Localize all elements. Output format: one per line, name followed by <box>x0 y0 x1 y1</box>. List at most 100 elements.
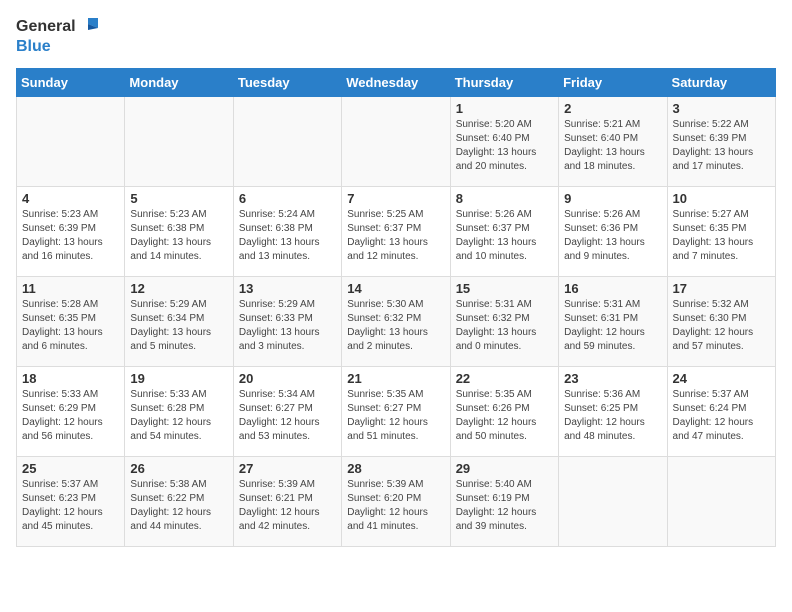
calendar-cell: 6 Sunrise: 5:24 AM Sunset: 6:38 PM Daylig… <box>233 186 341 276</box>
day-info: Sunrise: 5:38 AM Sunset: 6:22 PM Dayligh… <box>130 478 227 534</box>
day-info: Sunrise: 5:33 AM Sunset: 6:29 PM Dayligh… <box>22 388 119 444</box>
day-info: Sunrise: 5:25 AM Sunset: 6:37 PM Dayligh… <box>347 208 444 264</box>
day-number: 22 <box>456 371 553 386</box>
day-info: Sunrise: 5:23 AM Sunset: 6:39 PM Dayligh… <box>22 208 119 264</box>
day-number: 16 <box>564 281 661 296</box>
calendar-cell: 21 Sunrise: 5:35 AM Sunset: 6:27 PM Dayli… <box>342 366 450 456</box>
day-number: 26 <box>130 461 227 476</box>
calendar-table: SundayMondayTuesdayWednesdayThursdayFrid… <box>16 68 776 547</box>
logo: General Blue <box>16 16 100 56</box>
header-monday: Monday <box>125 68 233 96</box>
header-thursday: Thursday <box>450 68 558 96</box>
calendar-cell: 9 Sunrise: 5:26 AM Sunset: 6:36 PM Daylig… <box>559 186 667 276</box>
day-info: Sunrise: 5:39 AM Sunset: 6:21 PM Dayligh… <box>239 478 336 534</box>
calendar-week-row: 18 Sunrise: 5:33 AM Sunset: 6:29 PM Dayli… <box>17 366 776 456</box>
calendar-cell: 8 Sunrise: 5:26 AM Sunset: 6:37 PM Daylig… <box>450 186 558 276</box>
calendar-cell: 18 Sunrise: 5:33 AM Sunset: 6:29 PM Dayli… <box>17 366 125 456</box>
calendar-cell: 7 Sunrise: 5:25 AM Sunset: 6:37 PM Daylig… <box>342 186 450 276</box>
day-info: Sunrise: 5:31 AM Sunset: 6:32 PM Dayligh… <box>456 298 553 354</box>
calendar-cell: 16Sunrise: 5:31 AM Sunset: 6:31 PM Dayli… <box>559 276 667 366</box>
header-saturday: Saturday <box>667 68 775 96</box>
day-info: Sunrise: 5:40 AM Sunset: 6:19 PM Dayligh… <box>456 478 553 534</box>
calendar-cell: 2 Sunrise: 5:21 AM Sunset: 6:40 PM Daylig… <box>559 96 667 186</box>
calendar-week-row: 25 Sunrise: 5:37 AM Sunset: 6:23 PM Dayli… <box>17 456 776 546</box>
day-number: 14 <box>347 281 444 296</box>
day-info: Sunrise: 5:39 AM Sunset: 6:20 PM Dayligh… <box>347 478 444 534</box>
day-info: Sunrise: 5:30 AM Sunset: 6:32 PM Dayligh… <box>347 298 444 354</box>
calendar-cell <box>667 456 775 546</box>
day-number: 12 <box>130 281 227 296</box>
logo-text: General Blue <box>16 16 100 56</box>
header-wednesday: Wednesday <box>342 68 450 96</box>
day-info: Sunrise: 5:20 AM Sunset: 6:40 PM Dayligh… <box>456 118 553 174</box>
day-number: 18 <box>22 371 119 386</box>
calendar-cell: 13Sunrise: 5:29 AM Sunset: 6:33 PM Dayli… <box>233 276 341 366</box>
day-number: 8 <box>456 191 553 206</box>
day-info: Sunrise: 5:28 AM Sunset: 6:35 PM Dayligh… <box>22 298 119 354</box>
calendar-cell: 23 Sunrise: 5:36 AM Sunset: 6:25 PM Dayli… <box>559 366 667 456</box>
header-friday: Friday <box>559 68 667 96</box>
calendar-cell: 11 Sunrise: 5:28 AM Sunset: 6:35 PM Dayli… <box>17 276 125 366</box>
day-info: Sunrise: 5:21 AM Sunset: 6:40 PM Dayligh… <box>564 118 661 174</box>
day-number: 20 <box>239 371 336 386</box>
logo-general: General <box>16 18 76 36</box>
calendar-cell <box>342 96 450 186</box>
calendar-cell <box>233 96 341 186</box>
day-number: 7 <box>347 191 444 206</box>
day-info: Sunrise: 5:29 AM Sunset: 6:33 PM Dayligh… <box>239 298 336 354</box>
day-number: 11 <box>22 281 119 296</box>
day-number: 17 <box>673 281 770 296</box>
day-number: 2 <box>564 101 661 116</box>
day-info: Sunrise: 5:26 AM Sunset: 6:37 PM Dayligh… <box>456 208 553 264</box>
day-number: 29 <box>456 461 553 476</box>
calendar-week-row: 11 Sunrise: 5:28 AM Sunset: 6:35 PM Dayli… <box>17 276 776 366</box>
calendar-cell <box>559 456 667 546</box>
day-number: 15 <box>456 281 553 296</box>
day-info: Sunrise: 5:37 AM Sunset: 6:23 PM Dayligh… <box>22 478 119 534</box>
day-info: Sunrise: 5:27 AM Sunset: 6:35 PM Dayligh… <box>673 208 770 264</box>
day-info: Sunrise: 5:32 AM Sunset: 6:30 PM Dayligh… <box>673 298 770 354</box>
day-info: Sunrise: 5:22 AM Sunset: 6:39 PM Dayligh… <box>673 118 770 174</box>
calendar-cell <box>125 96 233 186</box>
header-sunday: Sunday <box>17 68 125 96</box>
day-info: Sunrise: 5:36 AM Sunset: 6:25 PM Dayligh… <box>564 388 661 444</box>
calendar-cell: 26 Sunrise: 5:38 AM Sunset: 6:22 PM Dayli… <box>125 456 233 546</box>
calendar-cell: 24 Sunrise: 5:37 AM Sunset: 6:24 PM Dayli… <box>667 366 775 456</box>
calendar-cell: 15 Sunrise: 5:31 AM Sunset: 6:32 PM Dayli… <box>450 276 558 366</box>
calendar-cell: 10Sunrise: 5:27 AM Sunset: 6:35 PM Dayli… <box>667 186 775 276</box>
day-info: Sunrise: 5:26 AM Sunset: 6:36 PM Dayligh… <box>564 208 661 264</box>
day-info: Sunrise: 5:37 AM Sunset: 6:24 PM Dayligh… <box>673 388 770 444</box>
day-number: 23 <box>564 371 661 386</box>
calendar-cell: 3Sunrise: 5:22 AM Sunset: 6:39 PM Daylig… <box>667 96 775 186</box>
day-info: Sunrise: 5:24 AM Sunset: 6:38 PM Dayligh… <box>239 208 336 264</box>
calendar-cell: 27 Sunrise: 5:39 AM Sunset: 6:21 PM Dayli… <box>233 456 341 546</box>
calendar-cell <box>17 96 125 186</box>
logo-flag-icon <box>78 16 100 38</box>
day-info: Sunrise: 5:33 AM Sunset: 6:28 PM Dayligh… <box>130 388 227 444</box>
header-tuesday: Tuesday <box>233 68 341 96</box>
day-number: 9 <box>564 191 661 206</box>
day-number: 27 <box>239 461 336 476</box>
day-number: 4 <box>22 191 119 206</box>
calendar-cell: 29 Sunrise: 5:40 AM Sunset: 6:19 PM Dayli… <box>450 456 558 546</box>
day-number: 24 <box>673 371 770 386</box>
day-number: 21 <box>347 371 444 386</box>
day-info: Sunrise: 5:35 AM Sunset: 6:27 PM Dayligh… <box>347 388 444 444</box>
day-number: 25 <box>22 461 119 476</box>
day-info: Sunrise: 5:29 AM Sunset: 6:34 PM Dayligh… <box>130 298 227 354</box>
calendar-header-row: SundayMondayTuesdayWednesdayThursdayFrid… <box>17 68 776 96</box>
calendar-cell: 5 Sunrise: 5:23 AM Sunset: 6:38 PM Daylig… <box>125 186 233 276</box>
calendar-cell: 14 Sunrise: 5:30 AM Sunset: 6:32 PM Dayli… <box>342 276 450 366</box>
page-header: General Blue <box>16 16 776 56</box>
day-number: 28 <box>347 461 444 476</box>
day-number: 19 <box>130 371 227 386</box>
logo-blue: Blue <box>16 38 51 55</box>
day-number: 5 <box>130 191 227 206</box>
day-info: Sunrise: 5:23 AM Sunset: 6:38 PM Dayligh… <box>130 208 227 264</box>
calendar-cell: 22 Sunrise: 5:35 AM Sunset: 6:26 PM Dayli… <box>450 366 558 456</box>
day-info: Sunrise: 5:35 AM Sunset: 6:26 PM Dayligh… <box>456 388 553 444</box>
calendar-week-row: 4 Sunrise: 5:23 AM Sunset: 6:39 PM Daylig… <box>17 186 776 276</box>
calendar-cell: 19 Sunrise: 5:33 AM Sunset: 6:28 PM Dayli… <box>125 366 233 456</box>
day-number: 6 <box>239 191 336 206</box>
calendar-cell: 12 Sunrise: 5:29 AM Sunset: 6:34 PM Dayli… <box>125 276 233 366</box>
